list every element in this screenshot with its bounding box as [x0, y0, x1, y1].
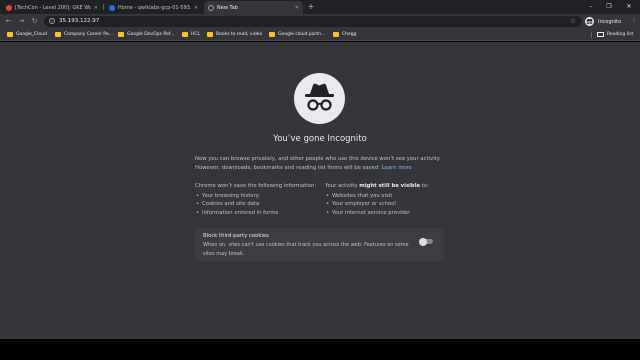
folder-icon — [207, 32, 213, 37]
new-tab-button[interactable]: + — [306, 2, 316, 12]
list-item: Your employer or school — [325, 200, 429, 209]
bookmarks-bar: Google_Cloud Company Career Pa... Google… — [0, 29, 640, 41]
bookmark-label: Google DevOps Ref... — [127, 32, 175, 37]
loading-icon — [208, 4, 214, 11]
not-saved-heading: Chrome won’t save the following informat… — [195, 183, 317, 189]
bookmark-label: Company Career Pa... — [64, 32, 113, 37]
bookmark-label: Google_Cloud — [16, 32, 47, 37]
back-button[interactable]: ← — [4, 17, 13, 26]
bookmark-folder[interactable]: Books to read, video — [207, 32, 262, 37]
close-window-button[interactable]: ✕ — [622, 1, 636, 12]
visible-to-column: Your activity might still be visible to:… — [325, 182, 429, 217]
bookmark-folder[interactable]: HCL — [182, 32, 200, 37]
tab-title: [TechCon - Level 200]: GKE Work — [15, 4, 91, 11]
menu-icon[interactable]: ⋮ — [631, 17, 637, 24]
tab-title: Home - qwiklabs-gcp-01-593... — [118, 4, 191, 11]
folder-icon — [55, 32, 61, 37]
list-item: Information entered in forms — [195, 209, 316, 218]
tab-separator — [103, 4, 104, 10]
folder-icon — [269, 32, 275, 37]
bookmark-label: Chegg — [342, 32, 357, 37]
bookmark-folder[interactable]: Company Career Pa... — [55, 32, 113, 37]
incognito-profile-button[interactable]: Incognito — [585, 17, 621, 26]
bookmarks-separator — [591, 32, 592, 38]
visible-to-heading: Your activity might still be visible to: — [325, 182, 429, 191]
maximize-button[interactable]: ❐ — [602, 1, 616, 12]
cookie-card-description: When on, sites can't use cookies that tr… — [203, 242, 409, 257]
close-icon[interactable]: ✕ — [194, 5, 198, 11]
block-cookies-toggle[interactable] — [419, 237, 433, 246]
bookmark-folder[interactable]: Google cloud partn... — [269, 32, 325, 37]
bookmark-folder[interactable]: Google DevOps Ref... — [118, 32, 175, 37]
third-party-cookies-card: Block third-party cookies When on, sites… — [195, 228, 444, 261]
folder-icon — [333, 32, 339, 37]
learn-more-link[interactable]: Learn more — [382, 165, 412, 171]
page-title: You’ve gone Incognito — [273, 134, 367, 144]
bookmark-label: Books to read, video — [216, 32, 263, 37]
toolbar: ← → ↻ i 35.193.122.97 ☆ Incognito ⋮ — [0, 14, 640, 29]
reading-list-label: Reading list — [607, 32, 634, 37]
list-item: Cookies and site data — [195, 200, 316, 209]
bookmark-star-icon[interactable]: ☆ — [570, 17, 576, 25]
bookmark-label: Google cloud partn... — [278, 32, 326, 37]
folder-icon — [182, 32, 188, 37]
tab-strip: [TechCon - Level 200]: GKE Work ✕ Home -… — [0, 0, 640, 14]
tab-new-tab[interactable]: New Tab ✕ — [204, 1, 303, 14]
cookie-card-title: Block third-party cookies — [203, 233, 269, 239]
url-text[interactable]: 35.193.122.97 — [59, 18, 99, 24]
letterbox-bar — [0, 339, 640, 360]
list-item: Your browsing history — [195, 192, 316, 201]
close-icon[interactable]: ✕ — [295, 5, 299, 11]
tab-techcon[interactable]: [TechCon - Level 200]: GKE Work ✕ — [2, 1, 102, 14]
home-favicon-icon — [109, 4, 115, 11]
heading-emphasis: might still be visible — [359, 183, 421, 189]
incognito-icon — [585, 17, 594, 26]
folder-icon — [7, 32, 13, 37]
reading-list-button[interactable]: Reading list — [597, 32, 633, 37]
toggle-knob — [419, 237, 427, 246]
minimize-button[interactable]: – — [584, 1, 598, 12]
intro-text: Now you can browse privately, and other … — [195, 155, 455, 173]
bookmark-folder[interactable]: Chegg — [333, 32, 356, 37]
reading-list-icon — [597, 32, 604, 37]
reload-button[interactable]: ↻ — [30, 17, 39, 26]
not-saved-column: Chrome won’t save the following informat… — [195, 182, 316, 217]
list-item: Websites that you visit — [325, 192, 429, 201]
incognito-page: You’ve gone Incognito Now you can browse… — [0, 42, 640, 339]
site-info-icon[interactable]: i — [49, 18, 55, 24]
close-icon[interactable]: ✕ — [94, 5, 98, 11]
google-favicon-icon — [6, 4, 12, 11]
profile-label: Incognito — [598, 18, 622, 25]
bookmark-label: HCL — [191, 32, 201, 37]
tab-title: New Tab — [217, 4, 238, 11]
address-bar[interactable]: i 35.193.122.97 ☆ — [44, 16, 582, 27]
heading-part: Your activity — [325, 183, 360, 189]
heading-part: to: — [420, 183, 429, 189]
bookmark-folder[interactable]: Google_Cloud — [7, 32, 47, 37]
incognito-logo-icon — [294, 73, 345, 124]
tab-qwiklabs-home[interactable]: Home - qwiklabs-gcp-01-593... ✕ — [105, 1, 202, 14]
forward-button[interactable]: → — [17, 17, 26, 26]
list-item: Your internet service provider — [325, 209, 429, 218]
folder-icon — [118, 32, 124, 37]
